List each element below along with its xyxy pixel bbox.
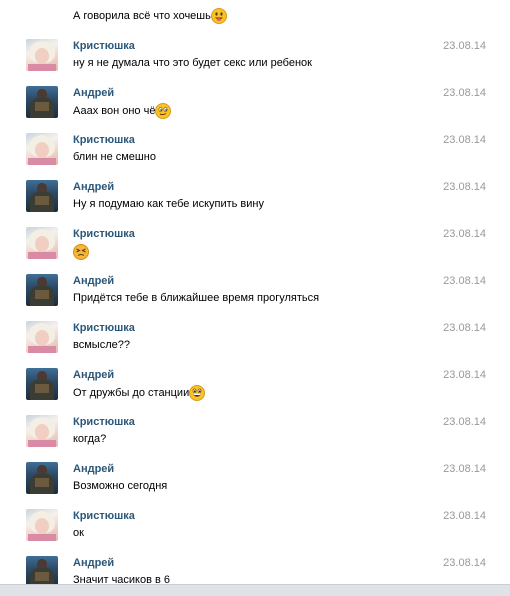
message-item: Андрей 23.08.14 Придётся тебе в ближайше… [0, 274, 510, 321]
avatar[interactable] [26, 368, 58, 400]
message-item: Андрей 23.08.14 От дружбы до станции [0, 368, 510, 415]
avatar[interactable] [26, 39, 58, 71]
message-date[interactable]: 23.08.14 [443, 509, 486, 523]
message-text: Возможно сегодня [73, 480, 168, 492]
author-name[interactable]: Андрей [73, 86, 114, 100]
message-text: Аааx вон оно чё [73, 103, 172, 119]
message-text: ну я не думала что это будет секс или ре… [73, 57, 312, 69]
author-name[interactable]: Андрей [73, 180, 114, 194]
avatar[interactable] [26, 180, 58, 212]
message-item: Кристюшка 23.08.14 [0, 227, 510, 274]
author-name[interactable]: Кристюшка [73, 39, 135, 53]
avatar[interactable] [26, 274, 58, 306]
message-text: ок [73, 527, 84, 539]
author-name[interactable]: Андрей [73, 462, 114, 476]
tongue-out-emoji-icon [210, 8, 227, 24]
top-message-text: А говорила всё что хочешь [73, 8, 227, 24]
message-date[interactable]: 23.08.14 [443, 415, 486, 429]
author-name[interactable]: Андрей [73, 368, 114, 382]
message-text: Ну я подумаю как тебе искупить вину [73, 198, 264, 210]
avatar[interactable] [26, 509, 58, 541]
avatar[interactable] [26, 133, 58, 165]
message-text: блин не смешно [73, 151, 156, 163]
message-text: когда? [73, 433, 107, 445]
message-date[interactable]: 23.08.14 [443, 39, 486, 53]
message-text: Придётся тебе в ближайшее время прогулят… [73, 292, 320, 304]
message-text: От дружбы до станции [73, 385, 206, 401]
squint-emoji-icon [73, 244, 89, 260]
message-history: А говорила всё что хочешь Кристюшка 23.0… [0, 0, 510, 596]
message-item: Кристюшка 23.08.14 ок [0, 509, 510, 556]
author-name[interactable]: Андрей [73, 274, 114, 288]
message-date[interactable]: 23.08.14 [443, 227, 486, 241]
avatar[interactable] [26, 86, 58, 118]
message-item: Кристюшка 23.08.14 блин не смешно [0, 133, 510, 180]
message-text [73, 244, 89, 260]
message-date[interactable]: 23.08.14 [443, 368, 486, 382]
message-date[interactable]: 23.08.14 [443, 133, 486, 147]
message-item: Андрей 23.08.14 Ну я подумаю как тебе ис… [0, 180, 510, 227]
message-date[interactable]: 23.08.14 [443, 462, 486, 476]
author-name[interactable]: Кристюшка [73, 133, 135, 147]
author-name[interactable]: Кристюшка [73, 415, 135, 429]
top-message-content: А говорила всё что хочешь [73, 10, 211, 22]
avatar[interactable] [26, 321, 58, 353]
message-item: Андрей 23.08.14 Аааx вон оно чё [0, 86, 510, 133]
author-name[interactable]: Кристюшка [73, 227, 135, 241]
message-date[interactable]: 23.08.14 [443, 321, 486, 335]
author-name[interactable]: Кристюшка [73, 509, 135, 523]
avatar[interactable] [26, 462, 58, 494]
message-date[interactable]: 23.08.14 [443, 556, 486, 570]
message-text: всмысле?? [73, 339, 130, 351]
message-date[interactable]: 23.08.14 [443, 86, 486, 100]
scroll-bottom-bar[interactable] [0, 584, 510, 596]
author-name[interactable]: Андрей [73, 556, 114, 570]
message-date[interactable]: 23.08.14 [443, 274, 486, 288]
message-item: Кристюшка 23.08.14 когда? [0, 415, 510, 462]
avatar[interactable] [26, 415, 58, 447]
message-date[interactable]: 23.08.14 [443, 180, 486, 194]
laugh-emoji-icon [189, 385, 206, 401]
message-item: Кристюшка 23.08.14 всмысле?? [0, 321, 510, 368]
avatar[interactable] [26, 227, 58, 259]
message-item: Кристюшка 23.08.14 ну я не думала что эт… [0, 39, 510, 86]
wink-emoji-icon [155, 103, 172, 119]
author-name[interactable]: Кристюшка [73, 321, 135, 335]
message-item: Андрей 23.08.14 Возможно сегодня [0, 462, 510, 509]
